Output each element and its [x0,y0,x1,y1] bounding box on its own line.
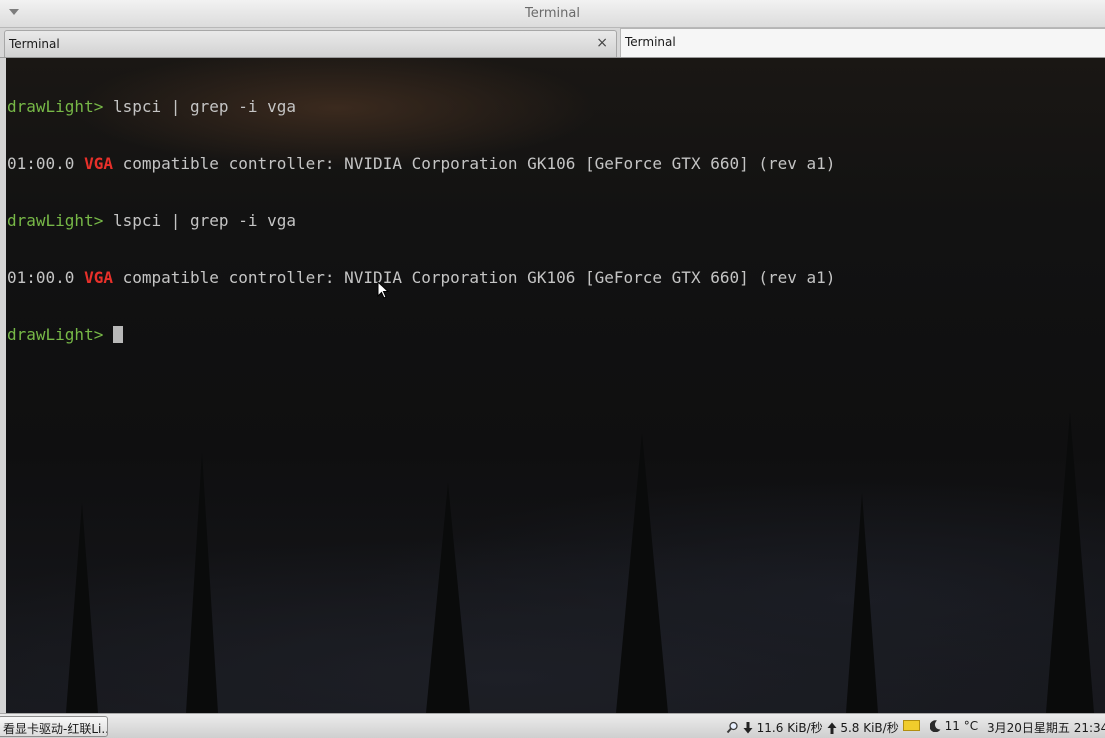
download-speed: 11.6 KiB/秒 [756,721,823,735]
command-text [103,325,113,344]
mouse-pointer-icon [377,281,389,299]
shell-prompt: drawLight> [7,211,104,230]
shell-prompt: drawLight> [7,97,104,116]
output-text: compatible controller: NVIDIA Corporatio… [112,268,836,287]
window-titlebar[interactable]: Terminal [0,0,1105,28]
background-tree [66,503,98,713]
command-text: lspci | grep -i vga [103,211,296,230]
tab-terminal-2[interactable]: Terminal [620,28,1105,57]
output-text: 01:00.0 [7,154,85,173]
terminal-line: 01:00.0 VGA compatible controller: NVIDI… [7,268,835,287]
up-arrow-icon [827,722,836,734]
terminal-line: drawLight> lspci | grep -i vga [7,211,835,230]
output-text: 01:00.0 [7,268,85,287]
background-tree [1046,413,1094,713]
tab-terminal-1[interactable]: Terminal × [4,30,617,57]
match-highlight: VGA [84,154,113,173]
bottom-panel: 看显卡驱动-红联Li... 11.6 KiB/秒 5.8 KiB/秒 11 °C… [0,713,1105,738]
taskbar-window-button[interactable]: 看显卡驱动-红联Li... [0,716,108,737]
tab-bar: Terminal × Terminal [0,28,1105,58]
clock[interactable]: 3月20日星期五 21:34 [987,719,1105,736]
terminal-output: drawLight> lspci | grep -i vga 01:00.0 V… [7,59,835,382]
upload-speed: 5.8 KiB/秒 [840,721,899,735]
command-text: lspci | grep -i vga [103,97,296,116]
tab-label: Terminal [9,37,60,51]
moon-icon [929,720,941,733]
terminal-line: drawLight> lspci | grep -i vga [7,97,835,116]
match-highlight: VGA [84,268,113,287]
text-cursor [112,326,123,343]
output-text: compatible controller: NVIDIA Corporatio… [112,154,836,173]
window-title: Terminal [525,6,580,21]
background-tree [846,493,878,713]
close-icon[interactable]: × [596,35,608,51]
terminal-line: 01:00.0 VGA compatible controller: NVIDI… [7,154,835,173]
shell-prompt: drawLight> [7,325,104,344]
temperature-label: 11 °C [944,719,979,733]
background-tree [616,433,668,713]
weather-widget[interactable]: 11 °C [903,719,978,733]
terminal-line: drawLight> [7,325,835,344]
background-tree [426,483,470,713]
terminal-area[interactable]: drawLight> lspci | grep -i vga 01:00.0 V… [6,58,1105,713]
magnifier-icon [726,721,738,734]
tab-label: Terminal [625,35,676,49]
background-tree [186,453,218,713]
network-monitor[interactable]: 11.6 KiB/秒 5.8 KiB/秒 [726,719,899,736]
folder-icon [903,720,920,731]
down-arrow-icon [743,722,753,734]
